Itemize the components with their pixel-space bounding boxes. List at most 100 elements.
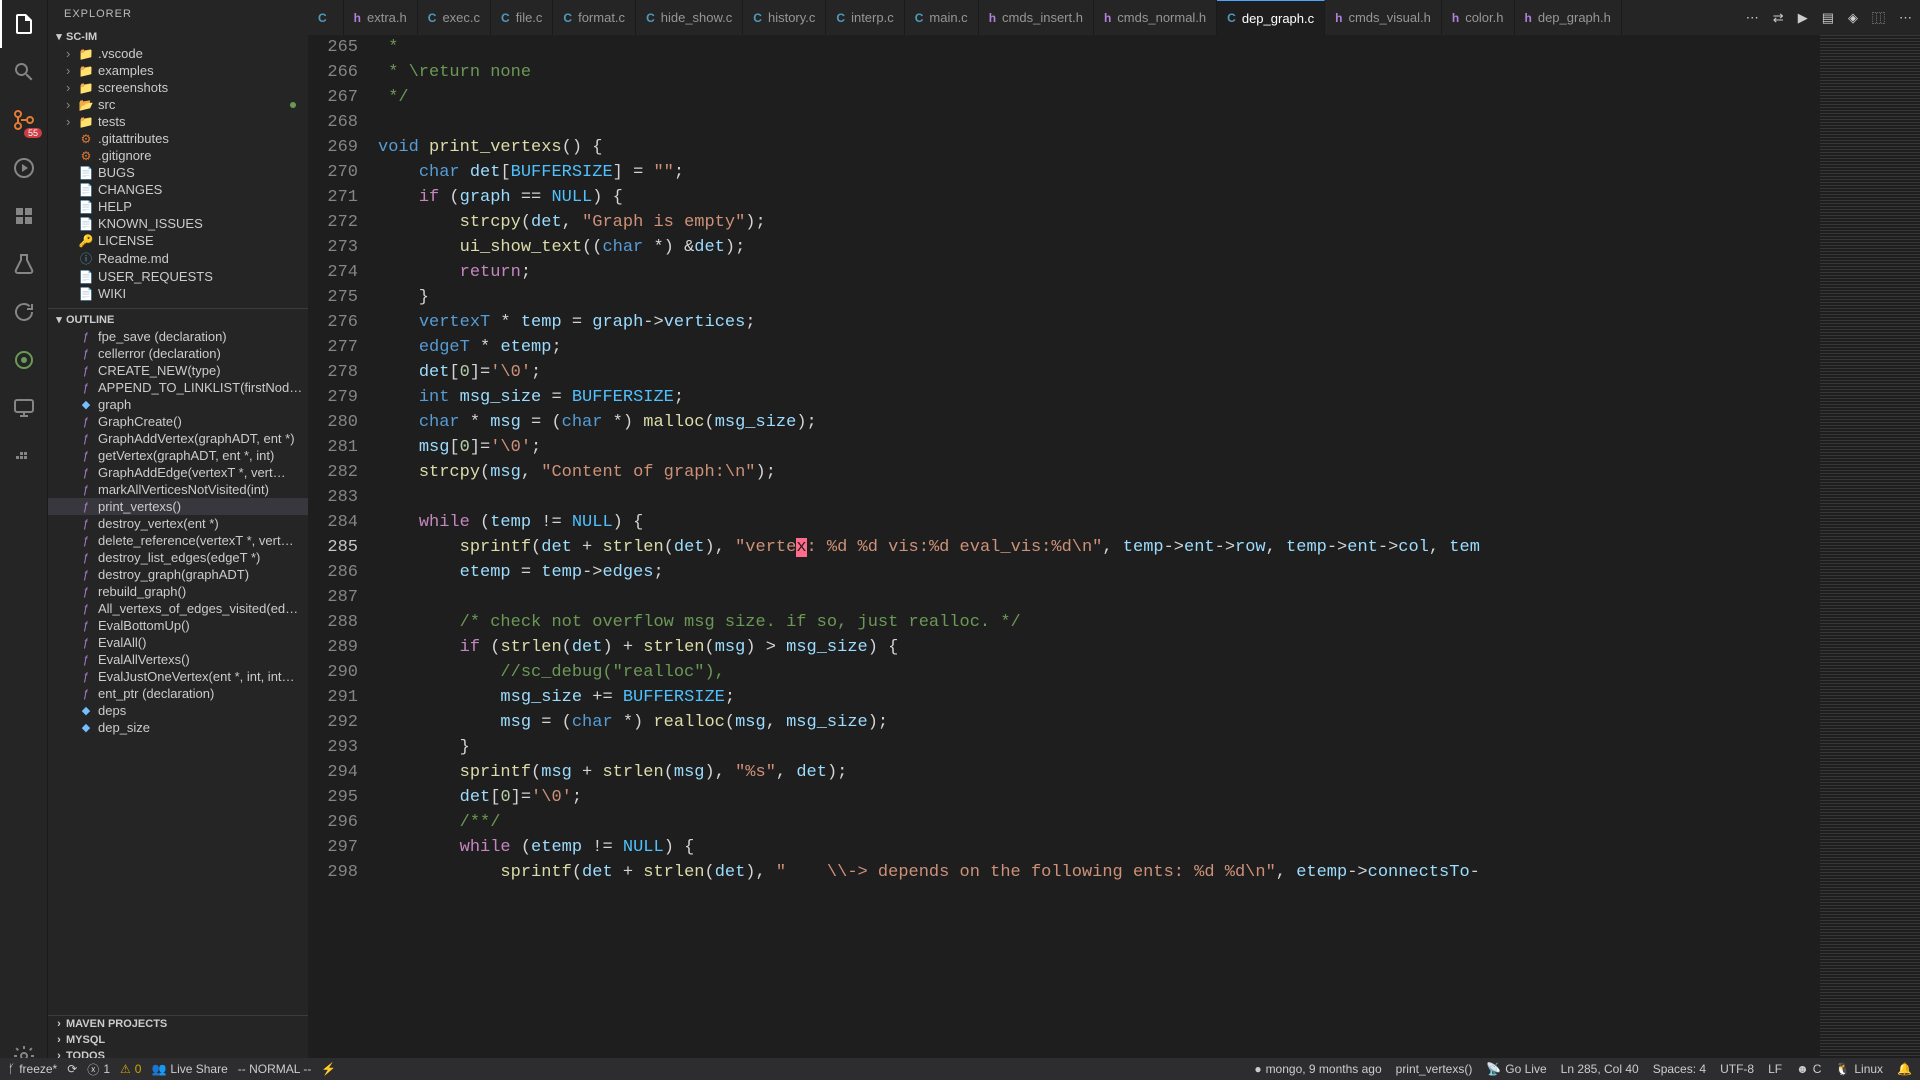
outline-item[interactable]: ƒprint_vertexs() [48, 498, 308, 515]
split-icon[interactable]: ⿲ [1872, 8, 1885, 27]
tab-format.c[interactable]: Cformat.c [553, 0, 636, 35]
activity-scm[interactable]: 55 [0, 96, 48, 144]
activity-debug[interactable] [0, 144, 48, 192]
editor-body[interactable]: 2652662672682692702712722732742752762772… [308, 35, 1920, 1080]
outline-item[interactable]: ƒEvalAllVertexs() [48, 651, 308, 668]
tree-item-WIKI[interactable]: 📄WIKI [48, 285, 308, 302]
tab-history.c[interactable]: Chistory.c [743, 0, 826, 35]
outline-item[interactable]: ƒCREATE_NEW(type) [48, 362, 308, 379]
tab-exec.c[interactable]: Cexec.c [418, 0, 491, 35]
outline-item[interactable]: ƒAll_vertexs_of_edges_visited(ed… [48, 600, 308, 617]
tab-hide_show.c[interactable]: Chide_show.c [636, 0, 743, 35]
tab-bar: Chextra.hCexec.cCfile.cCformat.cChide_sh… [308, 0, 1920, 35]
status-lang[interactable]: ☻ C [1796, 1062, 1821, 1076]
status-eol[interactable]: LF [1768, 1062, 1782, 1076]
tab-dep_graph.h[interactable]: hdep_graph.h [1515, 0, 1622, 35]
tree-item-tests[interactable]: ›📁tests [48, 113, 308, 130]
activity-docker[interactable] [0, 432, 48, 480]
tab-overflow[interactable]: C [308, 0, 344, 35]
tree-item-CHANGES[interactable]: 📄CHANGES [48, 181, 308, 198]
tab-cmds_visual.h[interactable]: hcmds_visual.h [1325, 0, 1442, 35]
outline-item[interactable]: ƒGraphCreate() [48, 413, 308, 430]
diff-icon[interactable]: ◈ [1848, 10, 1858, 26]
outline-item[interactable]: ƒGraphAddEdge(vertexT *, vert… [48, 464, 308, 481]
outline-item[interactable]: ◆graph [48, 396, 308, 413]
file-tree: ›📁.vscode›📁examples›📁screenshots›📂src›📁t… [48, 45, 308, 302]
tree-item-Readme.md[interactable]: ⓘReadme.md [48, 249, 308, 268]
status-warnings[interactable]: ⚠ 0 [120, 1062, 141, 1076]
status-golive[interactable]: 📡 Go Live [1486, 1062, 1546, 1076]
activity-search[interactable] [0, 48, 48, 96]
collapsed-section-MAVEN PROJECTS[interactable]: ›MAVEN PROJECTS [48, 1016, 308, 1032]
outline-item[interactable]: ƒmarkAllVerticesNotVisited(int) [48, 481, 308, 498]
tree-item-KNOWN_ISSUES[interactable]: 📄KNOWN_ISSUES [48, 215, 308, 232]
outline-item[interactable]: ƒEvalAll() [48, 634, 308, 651]
activity-extensions[interactable] [0, 192, 48, 240]
tree-item-screenshots[interactable]: ›📁screenshots [48, 79, 308, 96]
activity-explorer[interactable] [0, 0, 48, 48]
tab-cmds_normal.h[interactable]: hcmds_normal.h [1094, 0, 1217, 35]
outline-item[interactable]: ƒrebuild_graph() [48, 583, 308, 600]
tree-item-HELP[interactable]: 📄HELP [48, 198, 308, 215]
status-position[interactable]: Ln 285, Col 40 [1561, 1062, 1639, 1076]
outline-item[interactable]: ƒGraphAddVertex(graphADT, ent *) [48, 430, 308, 447]
tree-item-examples[interactable]: ›📁examples [48, 62, 308, 79]
outline-list: ƒfpe_save (declaration)ƒcellerror (decla… [48, 328, 308, 1015]
compare-icon[interactable]: ⇄ [1773, 10, 1784, 26]
status-branch[interactable]: ᚶ freeze* [8, 1062, 57, 1076]
outline-item[interactable]: ƒfpe_save (declaration) [48, 328, 308, 345]
outline-item[interactable]: ◆dep_size [48, 719, 308, 736]
status-bell-icon[interactable]: 🔔 [1897, 1062, 1912, 1076]
status-os[interactable]: 🐧 Linux [1835, 1062, 1883, 1076]
tree-item-USER_REQUESTS[interactable]: 📄USER_REQUESTS [48, 268, 308, 285]
tree-item-src[interactable]: ›📂src [48, 96, 308, 113]
outline-item[interactable]: ◆deps [48, 702, 308, 719]
status-bolt-icon[interactable]: ⚡ [321, 1062, 336, 1076]
tab-file.c[interactable]: Cfile.c [491, 0, 553, 35]
tree-item-.gitignore[interactable]: ⚙.gitignore [48, 147, 308, 164]
outline-item[interactable]: ƒcellerror (declaration) [48, 345, 308, 362]
tab-interp.c[interactable]: Cinterp.c [826, 0, 904, 35]
tree-item-.vscode[interactable]: ›📁.vscode [48, 45, 308, 62]
outline-item[interactable]: ƒEvalBottomUp() [48, 617, 308, 634]
tree-item-BUGS[interactable]: 📄BUGS [48, 164, 308, 181]
status-liveshare[interactable]: 👥 Live Share [151, 1062, 227, 1076]
code-content[interactable]: * * \return none */void print_vertexs() … [378, 35, 1820, 1080]
activity-test[interactable] [0, 240, 48, 288]
more-tabs-icon[interactable]: ⋯ [1746, 10, 1759, 26]
status-blame[interactable]: ● mongo, 9 months ago [1254, 1062, 1381, 1076]
project-section-header[interactable]: ▾ SC-IM [48, 28, 308, 45]
outline-item[interactable]: ƒdelete_reference(vertexT *, vert… [48, 532, 308, 549]
status-spaces[interactable]: Spaces: 4 [1653, 1062, 1706, 1076]
tree-item-LICENSE[interactable]: 🔑LICENSE [48, 232, 308, 249]
activity-remote[interactable] [0, 384, 48, 432]
outline-item[interactable]: ƒdestroy_graph(graphADT) [48, 566, 308, 583]
outline-item[interactable]: ƒent_ptr (declaration) [48, 685, 308, 702]
overflow-icon[interactable]: ⋯ [1899, 10, 1912, 26]
collapsed-section-MYSQL[interactable]: ›MYSQL [48, 1032, 308, 1048]
status-encoding[interactable]: UTF-8 [1720, 1062, 1754, 1076]
status-function[interactable]: print_vertexs() [1396, 1062, 1473, 1076]
tab-extra.h[interactable]: hextra.h [344, 0, 418, 35]
file-icon[interactable]: ▤ [1822, 10, 1834, 26]
minimap[interactable] [1820, 35, 1920, 1080]
tree-item-.gitattributes[interactable]: ⚙.gitattributes [48, 130, 308, 147]
outline-item[interactable]: ƒAPPEND_TO_LINKLIST(firstNod… [48, 379, 308, 396]
run-icon[interactable]: ▶ [1798, 10, 1808, 26]
tab-cmds_insert.h[interactable]: hcmds_insert.h [979, 0, 1094, 35]
activity-gitlens[interactable] [0, 336, 48, 384]
sidebar-title: EXPLORER [48, 0, 308, 28]
tab-actions: ⋯ ⇄ ▶ ▤ ◈ ⿲ ⋯ [1738, 0, 1920, 35]
activity-refresh[interactable] [0, 288, 48, 336]
outline-title: OUTLINE [66, 314, 114, 326]
outline-item[interactable]: ƒdestroy_vertex(ent *) [48, 515, 308, 532]
outline-item[interactable]: ƒEvalJustOneVertex(ent *, int, int… [48, 668, 308, 685]
status-sync[interactable]: ⟳ [67, 1062, 77, 1076]
outline-item[interactable]: ƒdestroy_list_edges(edgeT *) [48, 549, 308, 566]
status-errors[interactable]: ⓧ 1 [87, 1061, 110, 1078]
tab-dep_graph.c[interactable]: Cdep_graph.c [1217, 0, 1325, 35]
outline-item[interactable]: ƒgetVertex(graphADT, ent *, int) [48, 447, 308, 464]
tab-color.h[interactable]: hcolor.h [1442, 0, 1515, 35]
tab-main.c[interactable]: Cmain.c [905, 0, 979, 35]
outline-section-header[interactable]: ▾ OUTLINE [48, 308, 308, 328]
